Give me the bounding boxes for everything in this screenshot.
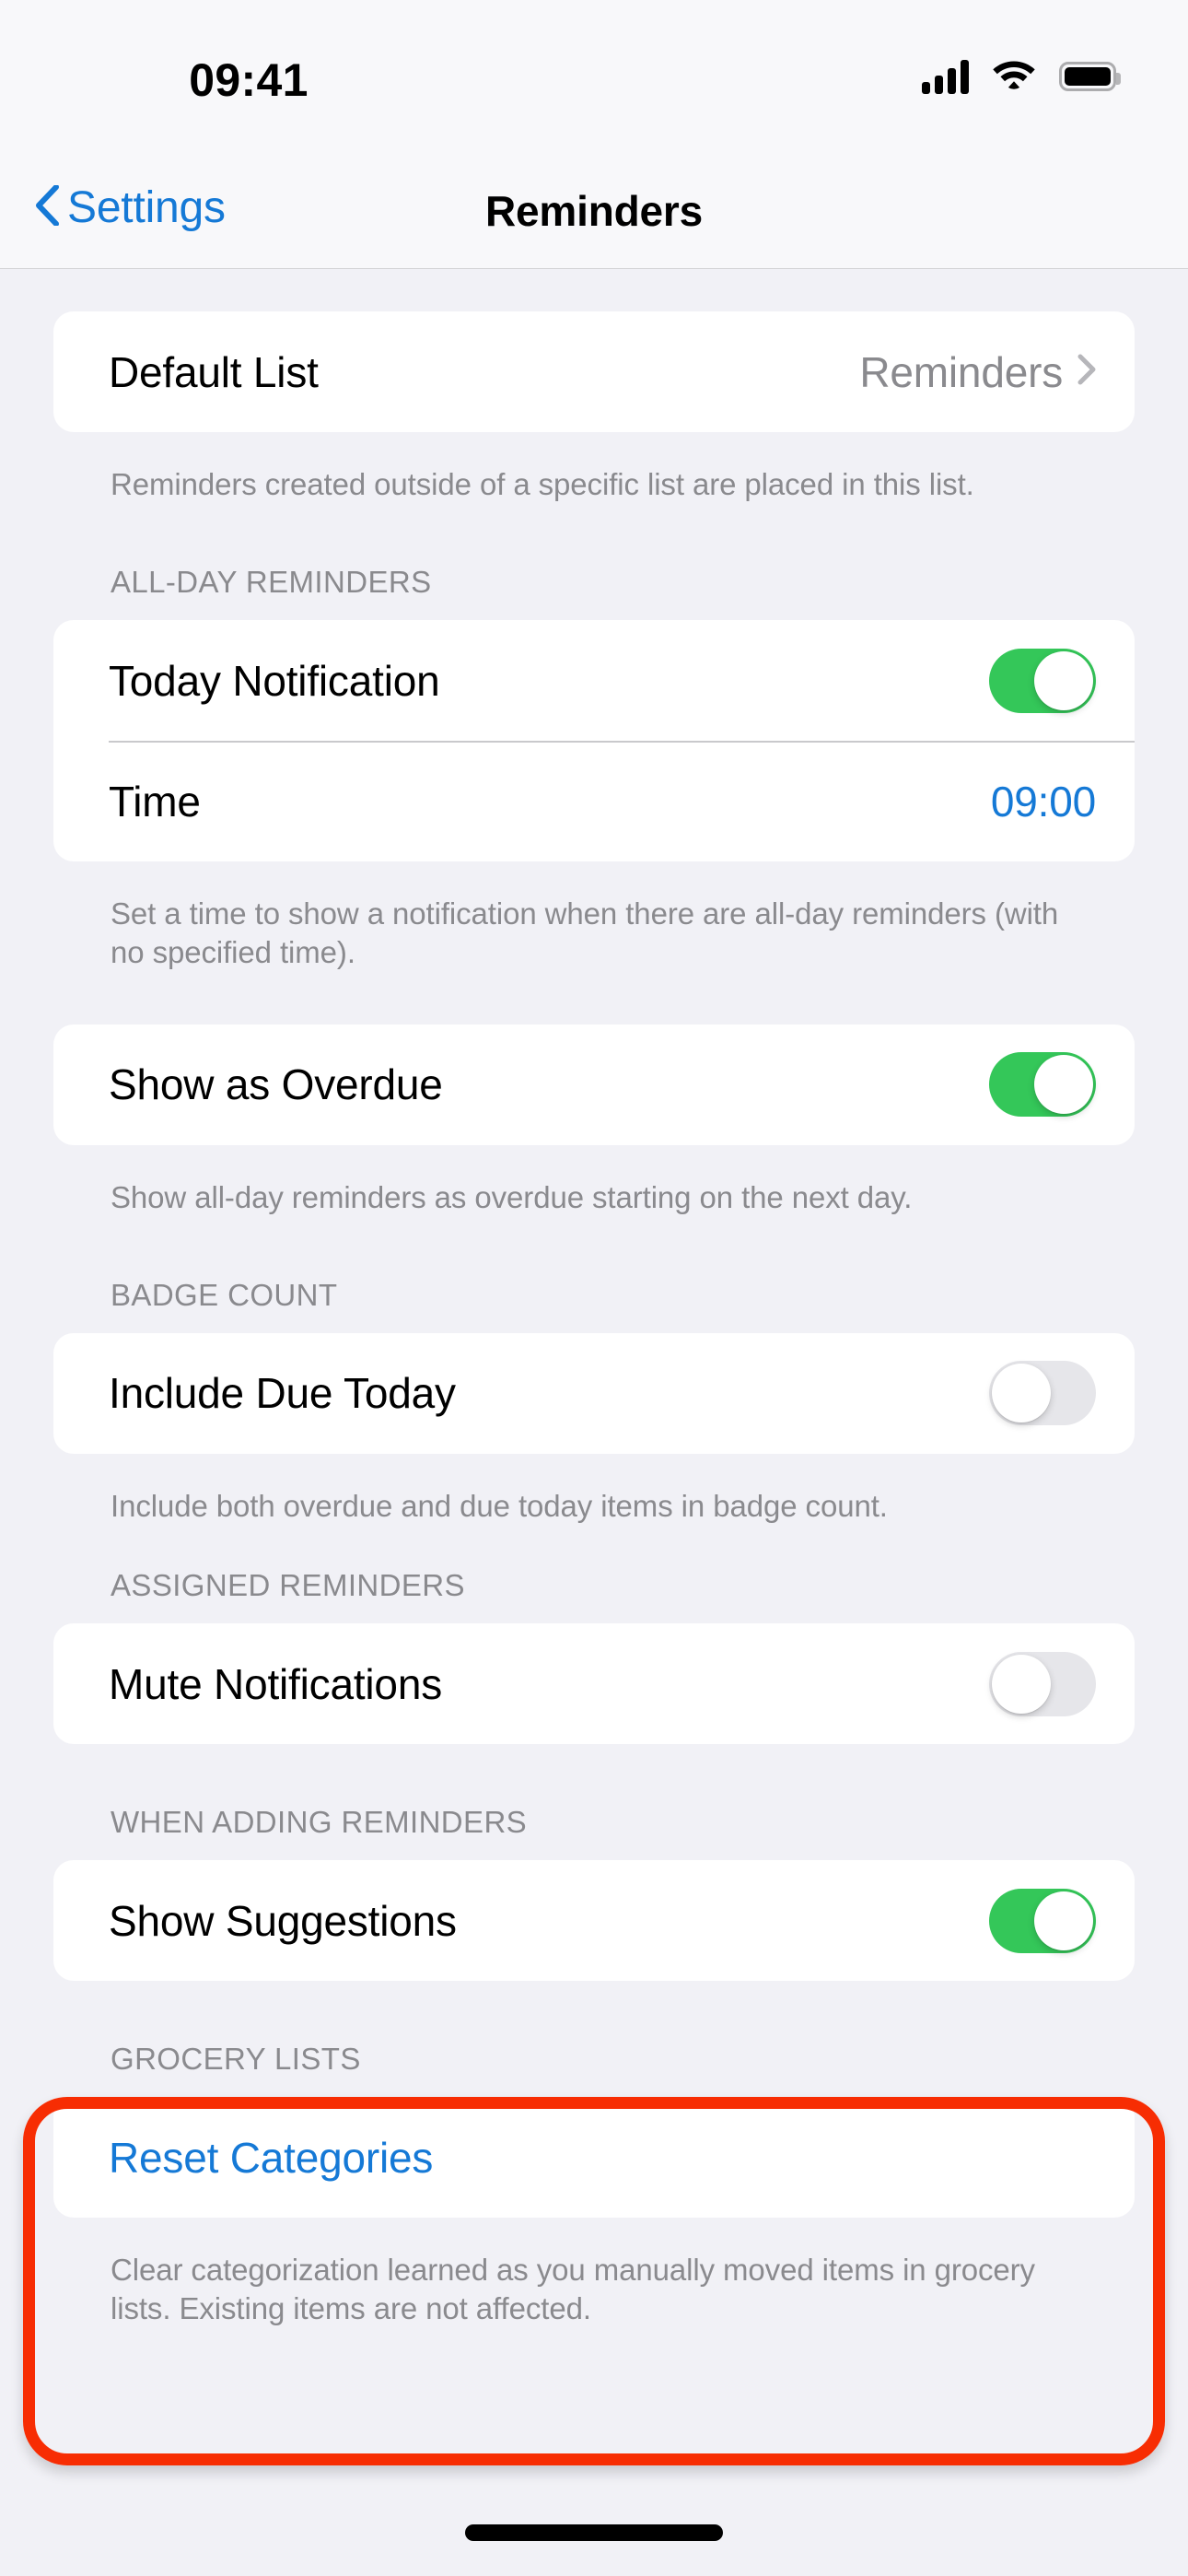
iphone-screen: 09:41 Settings Reminders Default List Re… [0, 0, 1188, 2576]
home-indicator[interactable] [465, 2524, 723, 2541]
status-bar-indicators [922, 57, 1121, 95]
header-badge-count: BADGE COUNT [111, 1277, 338, 1312]
all-day-reminders-footer: Set a time to show a notification when t… [111, 896, 1059, 970]
row-show-suggestions[interactable]: Show Suggestions [53, 1860, 1135, 1981]
today-notification-label: Today Notification [109, 656, 440, 705]
default-list-footer: Reminders created outside of a specific … [111, 467, 974, 501]
include-due-today-label: Include Due Today [109, 1369, 456, 1418]
badge-count-card: Include Due Today [53, 1332, 1135, 1454]
header-when-adding-reminders: WHEN ADDING REMINDERS [111, 1805, 528, 1840]
mute-notifications-toggle[interactable] [989, 1651, 1096, 1716]
show-suggestions-label: Show Suggestions [109, 1896, 457, 1945]
row-include-due-today[interactable]: Include Due Today [53, 1333, 1135, 1454]
settings-list: Default List Reminders Reminders created… [0, 269, 1188, 2329]
row-default-list[interactable]: Default List Reminders [53, 311, 1135, 432]
row-show-as-overdue[interactable]: Show as Overdue [53, 1025, 1135, 1145]
all-day-reminders-card: Today Notification Time 09:00 [53, 620, 1135, 862]
show-as-overdue-card: Show as Overdue [53, 1024, 1135, 1145]
today-notification-toggle[interactable] [989, 648, 1096, 713]
default-list-label: Default List [109, 347, 319, 396]
assigned-reminders-card: Mute Notifications [53, 1623, 1135, 1745]
status-bar-time: 09:41 [189, 54, 309, 106]
chevron-right-icon [1077, 354, 1096, 390]
cellular-signal-icon [922, 59, 969, 94]
header-grocery-lists: GROCERY LISTS [111, 2042, 361, 2077]
page-title: Reminders [485, 187, 703, 235]
header-all-day-reminders: ALL-DAY REMINDERS [111, 565, 432, 600]
default-list-value: Reminders [859, 347, 1063, 396]
mute-notifications-label: Mute Notifications [109, 1659, 442, 1708]
include-due-today-toggle[interactable] [989, 1361, 1096, 1426]
grocery-lists-card: Reset Categories [53, 2097, 1135, 2219]
default-list-card: Default List Reminders [53, 311, 1135, 432]
grocery-lists-footer: Clear categorization learned as you manu… [111, 2253, 1035, 2326]
battery-full-icon [1059, 61, 1121, 91]
navigation-bar: Settings Reminders [0, 157, 1188, 269]
badge-count-footer: Include both overdue and due today items… [111, 1488, 888, 1523]
show-suggestions-toggle[interactable] [989, 1888, 1096, 1953]
reset-categories-button[interactable]: Reset Categories [109, 2133, 1096, 2183]
status-bar: 09:41 [0, 0, 1188, 157]
time-label: Time [109, 777, 201, 825]
row-reset-categories[interactable]: Reset Categories [53, 2097, 1135, 2218]
show-as-overdue-footer: Show all-day reminders as overdue starti… [111, 1179, 913, 1214]
show-as-overdue-label: Show as Overdue [109, 1060, 443, 1109]
show-as-overdue-toggle[interactable] [989, 1052, 1096, 1118]
time-value[interactable]: 09:00 [991, 777, 1096, 826]
row-time[interactable]: Time 09:00 [53, 741, 1135, 861]
row-mute-notifications[interactable]: Mute Notifications [53, 1623, 1135, 1744]
row-today-notification[interactable]: Today Notification [53, 620, 1135, 741]
header-assigned-reminders: ASSIGNED REMINDERS [111, 1568, 465, 1603]
when-adding-reminders-card: Show Suggestions [53, 1860, 1135, 1982]
wifi-icon [992, 57, 1036, 95]
